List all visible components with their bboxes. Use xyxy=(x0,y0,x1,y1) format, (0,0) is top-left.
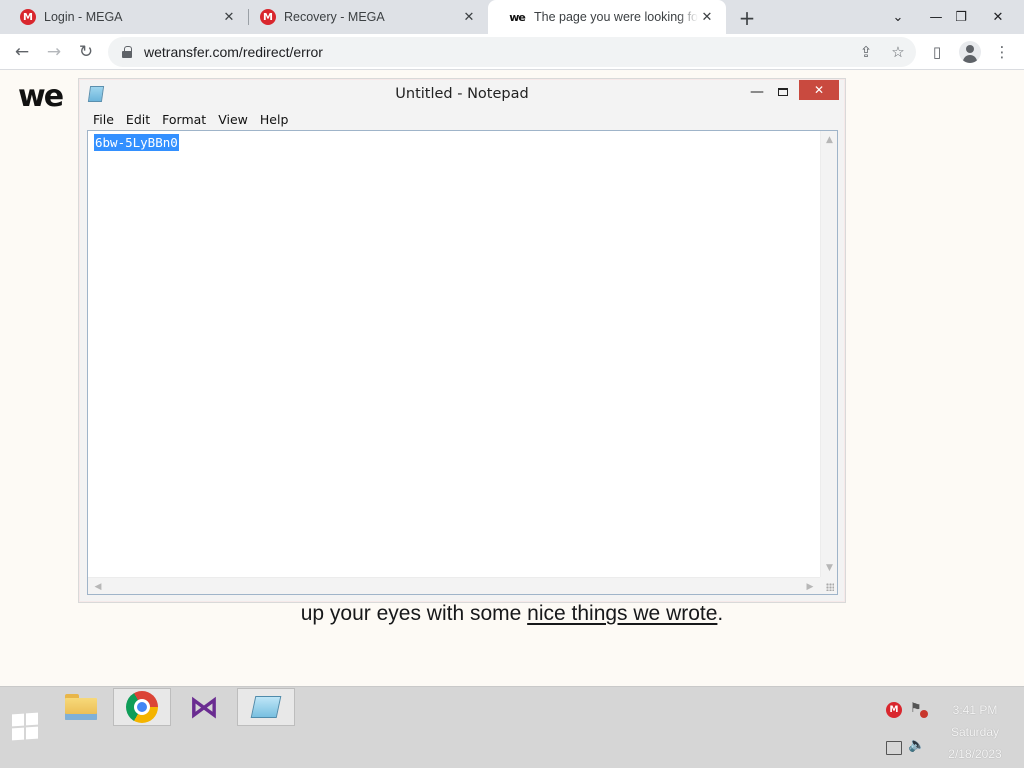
address-bar[interactable]: wetransfer.com/redirect/error xyxy=(108,37,916,67)
reload-icon[interactable]: ↻ xyxy=(74,40,98,64)
more-menu-icon[interactable]: ⋮ xyxy=(992,42,1012,62)
notepad-close-button[interactable]: ✕ xyxy=(799,80,839,100)
tab-wetransfer-error[interactable]: we The page you were looking for does no… xyxy=(488,0,726,34)
new-tab-button[interactable]: + xyxy=(736,6,758,30)
system-clock[interactable]: 3:41 PM Saturday 2/18/2023 xyxy=(940,699,1010,765)
vertical-scrollbar[interactable]: ▲ ▼ xyxy=(820,131,837,577)
resize-grip-icon[interactable] xyxy=(820,577,837,594)
selected-text[interactable]: 6bw-5LyBBn0 xyxy=(94,134,179,151)
scroll-up-icon[interactable]: ▲ xyxy=(821,132,838,148)
window-restore-button[interactable]: ❐ xyxy=(945,0,977,34)
back-arrow-icon[interactable]: ← xyxy=(10,40,34,64)
menu-view[interactable]: View xyxy=(212,112,254,127)
horizontal-scrollbar[interactable]: ◀ ▶ xyxy=(88,577,820,594)
notepad-maximize-button[interactable] xyxy=(771,81,795,103)
scroll-left-icon[interactable]: ◀ xyxy=(90,578,106,595)
tab-recovery-mega[interactable]: M Recovery - MEGA ✕ xyxy=(240,0,488,34)
menu-format[interactable]: Format xyxy=(156,112,212,127)
taskbar-chrome[interactable] xyxy=(113,688,171,726)
share-icon[interactable]: ⇪ xyxy=(856,42,876,62)
clock-date: 2/18/2023 xyxy=(948,747,1002,761)
taskbar-file-explorer[interactable] xyxy=(52,688,110,726)
scroll-right-icon[interactable]: ▶ xyxy=(802,578,818,595)
tab-search-chevron-icon[interactable]: ⌄ xyxy=(882,0,914,34)
close-tab-icon[interactable]: ✕ xyxy=(460,8,478,26)
notepad-window: Untitled - Notepad — ✕ File Edit Format … xyxy=(78,78,846,603)
tray-network-icon[interactable] xyxy=(886,741,902,755)
tray-volume-icon[interactable]: 🔈 xyxy=(908,737,925,753)
notepad-minimize-button[interactable]: — xyxy=(745,81,769,103)
tray-mega-icon[interactable]: M xyxy=(886,702,902,718)
window-close-button[interactable]: ✕ xyxy=(982,0,1014,34)
chrome-icon xyxy=(126,691,158,723)
notepad-text-area[interactable]: 6bw-5LyBBn0 ▲ ▼ ◀ ▶ xyxy=(87,130,838,595)
taskbar-visual-studio[interactable]: ⋈ xyxy=(175,688,233,726)
wetransfer-icon: we xyxy=(509,10,526,24)
menu-edit[interactable]: Edit xyxy=(120,112,156,127)
close-tab-icon[interactable]: ✕ xyxy=(698,8,716,26)
clock-time: 3:41 PM xyxy=(952,703,998,717)
error-message-text: up your eyes with some nice things we wr… xyxy=(300,600,724,628)
file-explorer-icon xyxy=(65,694,97,720)
bookmark-star-icon[interactable]: ☆ xyxy=(888,42,908,62)
menu-file[interactable]: File xyxy=(87,112,120,127)
menu-help[interactable]: Help xyxy=(254,112,295,127)
notepad-title: Untitled - Notepad xyxy=(395,86,529,102)
forward-arrow-icon[interactable]: → xyxy=(42,40,66,64)
mega-icon: M xyxy=(260,9,276,25)
maximize-icon xyxy=(778,88,788,96)
start-windows-icon[interactable] xyxy=(12,712,40,741)
mega-icon: M xyxy=(20,9,36,25)
clock-day: Saturday xyxy=(950,725,1000,739)
scroll-down-icon[interactable]: ▼ xyxy=(821,560,838,576)
message-text: up your eyes with some xyxy=(300,602,528,625)
notepad-title-bar[interactable]: Untitled - Notepad — ✕ xyxy=(79,79,845,109)
tab-login-mega[interactable]: M Login - MEGA ✕ xyxy=(0,0,248,34)
lock-icon[interactable] xyxy=(122,46,132,58)
message-period: . xyxy=(717,602,724,625)
tab-title: The page you were looking for does not e… xyxy=(534,10,698,24)
tray-action-center-flag-icon[interactable]: ⚑ xyxy=(910,701,928,719)
nice-things-link[interactable]: nice things we wrote xyxy=(527,602,717,625)
notepad-menu-bar: File Edit Format View Help xyxy=(87,109,294,129)
taskbar: ⋈ M ⚑ 🔈 3:41 PM Saturday 2/18/2023 xyxy=(0,686,1024,768)
browser-toolbar: ← → ↻ wetransfer.com/redirect/error ⇪ ☆ … xyxy=(0,34,1024,70)
url-text: wetransfer.com/redirect/error xyxy=(144,44,323,60)
notepad-icon xyxy=(250,696,282,718)
wetransfer-logo[interactable]: we xyxy=(18,82,64,112)
side-panel-icon[interactable]: ▯ xyxy=(927,42,947,62)
visual-studio-icon: ⋈ xyxy=(189,689,219,725)
taskbar-notepad[interactable] xyxy=(237,688,295,726)
tab-title: Recovery - MEGA xyxy=(284,10,385,24)
browser-tab-strip: M Login - MEGA ✕ M Recovery - MEGA ✕ we … xyxy=(0,0,1024,34)
profile-avatar-icon[interactable] xyxy=(959,41,981,63)
close-tab-icon[interactable]: ✕ xyxy=(220,8,238,26)
tab-title: Login - MEGA xyxy=(44,10,123,24)
